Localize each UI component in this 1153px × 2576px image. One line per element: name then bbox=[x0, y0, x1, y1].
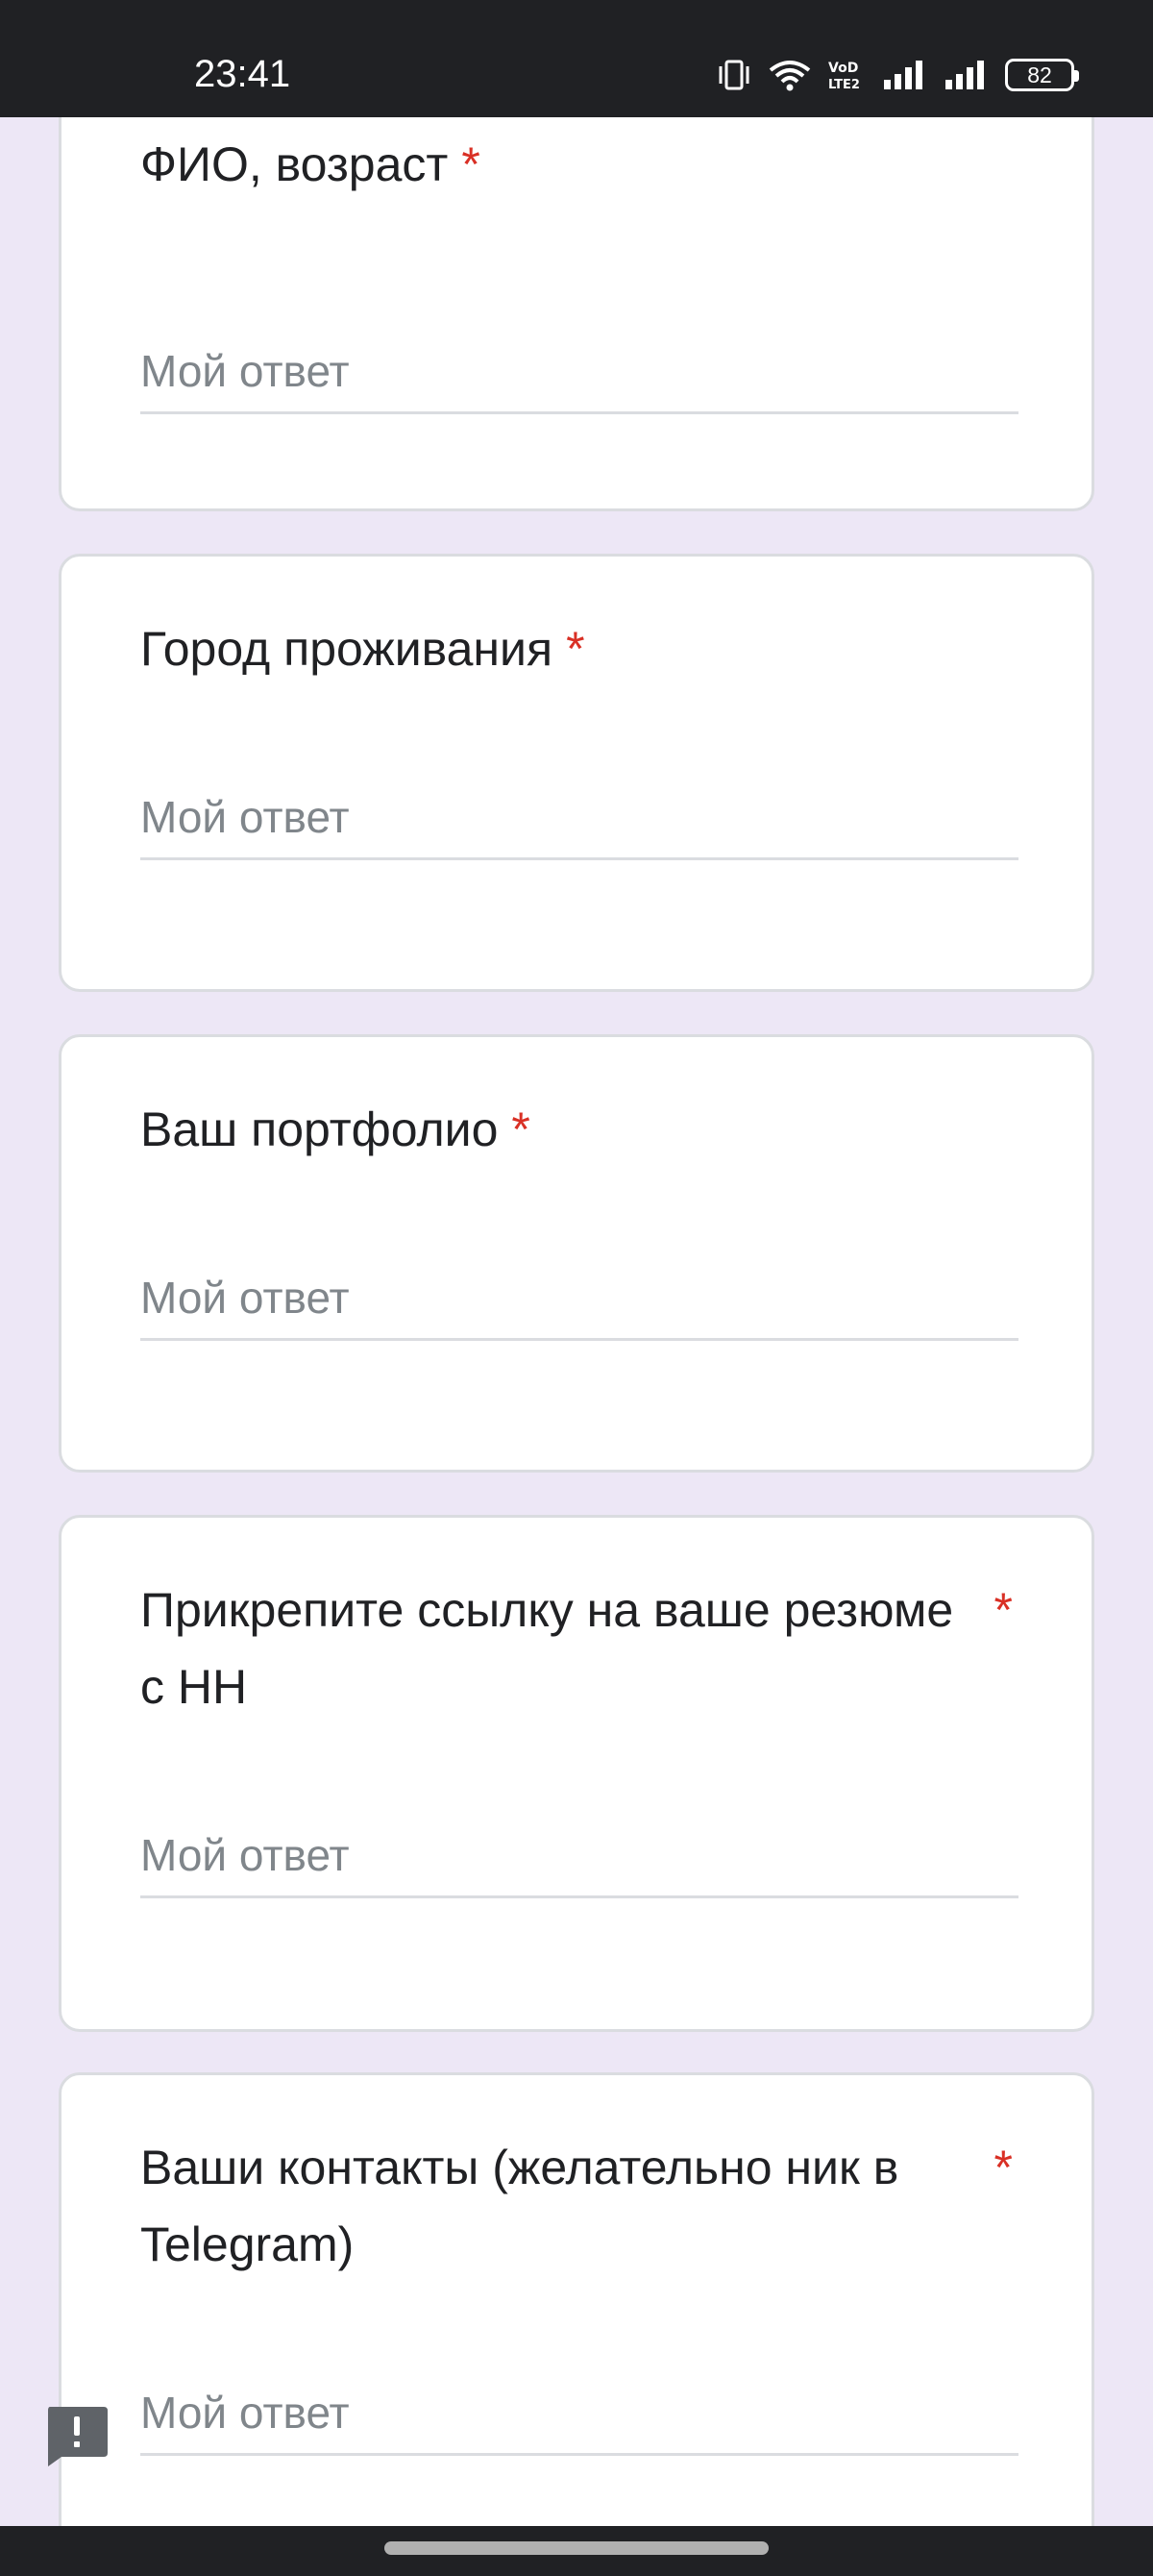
question-title-text: Ваш портфолио bbox=[140, 1102, 499, 1156]
answer-input[interactable]: Мой ответ bbox=[140, 1264, 1018, 1341]
svg-text:LTE2: LTE2 bbox=[828, 78, 860, 91]
required-asterisk: * bbox=[566, 622, 585, 676]
status-time: 23:41 bbox=[194, 53, 291, 95]
question-card: Ваши контакты (желательно ник в Telegram… bbox=[59, 2072, 1094, 2526]
status-bar: 23:41 VoD LTE2 82 bbox=[0, 0, 1153, 117]
battery-level: 82 bbox=[1027, 62, 1052, 87]
home-gesture-handle[interactable] bbox=[384, 2541, 769, 2555]
question-title-text: ФИО, возраст bbox=[140, 137, 449, 191]
answer-placeholder: Мой ответ bbox=[140, 2388, 350, 2438]
vibrate-icon bbox=[717, 59, 751, 91]
required-asterisk: * bbox=[511, 1102, 530, 1156]
answer-placeholder: Мой ответ bbox=[140, 1273, 350, 1323]
required-asterisk: * bbox=[994, 1583, 1013, 1637]
question-title: ФИО, возраст * bbox=[140, 126, 1013, 203]
answer-input[interactable]: Мой ответ bbox=[140, 783, 1018, 860]
volte-icon: VoD LTE2 bbox=[828, 59, 865, 91]
svg-text:VoD: VoD bbox=[828, 61, 858, 76]
answer-placeholder: Мой ответ bbox=[140, 1830, 350, 1880]
question-title-text: Ваши контакты (желательно ник в Telegram… bbox=[140, 2141, 899, 2271]
battery-icon: 82 bbox=[1005, 59, 1079, 91]
required-asterisk: * bbox=[461, 137, 480, 191]
question-card: ФИО, возраст * Мой ответ bbox=[59, 117, 1094, 511]
question-title: Прикрепите ссылку на ваше резюме с HH * bbox=[140, 1572, 1013, 1725]
question-card: Ваш портфолио * Мой ответ bbox=[59, 1034, 1094, 1473]
question-card: Прикрепите ссылку на ваше резюме с HH * М… bbox=[59, 1515, 1094, 2032]
signal-icon bbox=[882, 59, 926, 91]
status-icons: VoD LTE2 82 bbox=[717, 54, 1079, 96]
question-card: Город проживания * Мой ответ bbox=[59, 554, 1094, 992]
form-scroll-area[interactable]: ФИО, возраст * Мой ответ Город проживания… bbox=[0, 117, 1153, 2526]
wifi-icon bbox=[769, 59, 811, 91]
question-title: Город проживания * bbox=[140, 610, 1013, 687]
answer-placeholder: Мой ответ bbox=[140, 792, 350, 842]
answer-placeholder: Мой ответ bbox=[140, 346, 350, 396]
required-asterisk: * bbox=[994, 2141, 1013, 2194]
question-title: Ваш портфолио * bbox=[140, 1091, 1013, 1168]
answer-input[interactable]: Мой ответ bbox=[140, 1821, 1018, 1898]
answer-input[interactable]: Мой ответ bbox=[140, 337, 1018, 414]
question-title-text: Город проживания bbox=[140, 622, 553, 676]
question-title-text: Прикрепите ссылку на ваше резюме с HH bbox=[140, 1583, 954, 1714]
question-title: Ваши контакты (желательно ник в Telegram… bbox=[140, 2129, 1013, 2283]
signal-icon bbox=[944, 59, 988, 91]
navigation-bar bbox=[0, 2526, 1153, 2576]
report-feedback-icon[interactable] bbox=[44, 2405, 110, 2468]
answer-input[interactable]: Мой ответ bbox=[140, 2379, 1018, 2456]
